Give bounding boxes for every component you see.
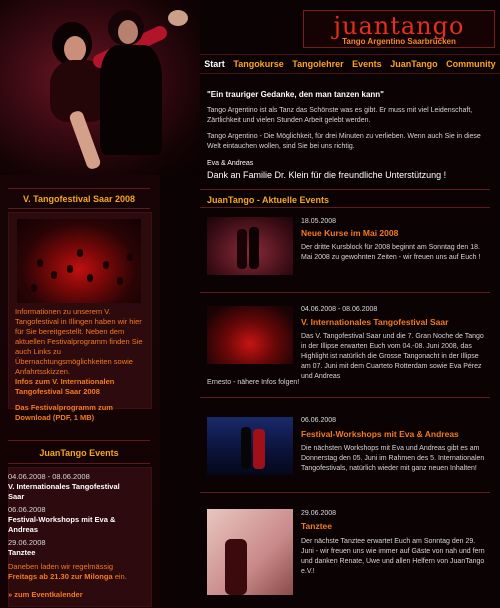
event-date: 06.06.2008 [301,417,337,424]
divider [8,188,150,189]
divider [8,208,150,209]
nav-juantango[interactable]: JuanTango [390,59,437,69]
main-navigation: Start Tangokurse Tangolehrer Events Juan… [200,54,500,74]
divider [8,463,150,464]
event-thumbnail[interactable] [207,217,293,275]
page: V. Tangofestival Saar 2008 Informationen… [0,0,500,608]
event-text: Die nächsten Workshops mit Eva und Andre… [301,445,485,472]
event-title[interactable]: Tanztee [301,521,332,531]
nav-start[interactable]: Start [204,59,225,69]
nav-tangokurse[interactable]: Tangokurse [233,59,283,69]
logo-subtitle: Tango Argentino Saarbrücken [342,37,456,46]
nav-events[interactable]: Events [352,59,382,69]
juantango-logo[interactable]: juantango Tango Argentino Saarbrücken [303,10,495,48]
festival-section-title: V. Tangofestival Saar 2008 [22,194,136,204]
event-title[interactable]: Neue Kurse im Mai 2008 [301,228,398,238]
divider [200,397,490,398]
intro-paragraph: Tango Argentino - Die Möglichkeit, für d… [207,133,481,150]
nav-tangolehrer[interactable]: Tangolehrer [292,59,343,69]
side-event-date: 04.06.2008 - 08.06.2008 [8,472,90,481]
event-date: 29.06.2008 [301,510,337,517]
divider [200,492,490,493]
side-event-date: 29.06.2008 [8,538,46,547]
side-event-title[interactable]: Tanztee [8,548,136,558]
side-events-title: JuanTango Events [39,448,119,458]
event-title[interactable]: Festival-Workshops mit Eva & Andreas [301,429,459,439]
hero-tango-dancers-image [0,0,200,175]
signature: Eva & Andreas [207,160,254,167]
thanks-note: Dank an Familie Dr. Klein für die freund… [207,170,447,180]
events-section-title: JuanTango - Aktuelle Events [207,195,330,205]
event-thumbnail[interactable] [207,509,293,595]
milonga-suffix: ein. [114,572,127,581]
festival-description: Informationen zu unserem V. Tangofestiva… [15,307,143,376]
nav-community[interactable]: Community [446,59,496,69]
divider [200,292,490,293]
logo-name: juantango [333,12,465,40]
milonga-time: Freitags ab 21.30 zur Milonga [8,572,113,581]
event-thumbnail[interactable] [207,306,293,364]
event-text: Der nächste Tanztee erwartet Euch am Son… [301,538,485,575]
side-event-item[interactable]: 06.06.2008 Festival-Workshops mit Eva & … [8,505,136,535]
festival-info-link[interactable]: Infos zum V. Internationalen Tangofestiv… [15,377,147,397]
event-title[interactable]: V. Internationales Tangofestival Saar [301,317,448,327]
festival-panel: Informationen zu unserem V. Tangofestiva… [8,212,152,422]
event-date: 18.05.2008 [301,218,337,225]
event-text-continued: Ernesto - nähere Infos folgen! [207,379,300,386]
divider [8,440,150,441]
festival-photo[interactable] [17,219,141,303]
side-event-title[interactable]: V. Internationales Tangofestival Saar [8,482,136,502]
side-event-date: 06.06.2008 [8,505,46,514]
event-calendar-link[interactable]: » zum Eventkalender [8,590,136,600]
intro-quote: "Ein trauriger Gedanke, den man tanzen k… [207,90,384,99]
festival-program-download-link[interactable]: Das Festivalprogramm zum Download (PDF, … [15,403,147,423]
divider [200,189,490,190]
event-thumbnail[interactable] [207,417,293,475]
side-event-title[interactable]: Festival-Workshops mit Eva & Andreas [8,515,136,535]
divider [200,207,490,208]
milonga-prefix: Daneben laden wir regelmässig [8,562,114,571]
event-date: 04.06.2008 - 08.06.2008 [301,306,378,313]
milonga-note: Daneben laden wir regelmässig Freitags a… [8,562,136,582]
event-text: Der dritte Kursblock für 2008 beginnt am… [301,244,481,261]
side-event-item[interactable]: 04.06.2008 - 08.06.2008 V. International… [8,472,136,502]
intro-paragraph: Tango Argentino ist als Tanz das Schönst… [207,107,473,124]
event-text: Das V. Tangofestival Saar und die 7. Gra… [301,333,484,380]
side-event-item[interactable]: 29.06.2008 Tanztee [8,538,136,558]
